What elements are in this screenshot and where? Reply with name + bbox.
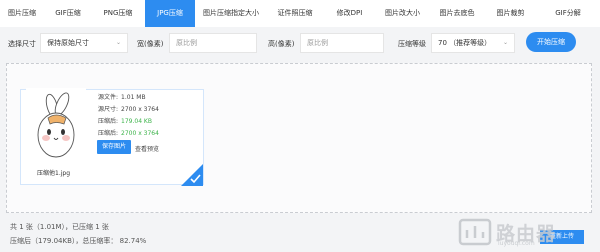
file-name: 压缩他1.jpg bbox=[37, 170, 71, 177]
chevron-down-icon: ⌄ bbox=[502, 39, 508, 46]
source-dims-label: 源尺寸: bbox=[98, 106, 119, 113]
source-size-label: 源文件: bbox=[98, 94, 119, 101]
tab-remove-background[interactable]: 图片去底色 bbox=[430, 0, 485, 27]
size-select-value: 保持原始尺寸 bbox=[47, 39, 89, 47]
level-select[interactable]: 70 （推荐等级） ⌄ bbox=[431, 33, 515, 53]
tab-png-compress[interactable]: PNG压缩 bbox=[92, 0, 145, 27]
compressed-size-value: 179.04 KB bbox=[121, 118, 152, 125]
source-size-row: 源文件: 1.01 MB bbox=[98, 92, 146, 101]
summary-count: 共 1 张（1.01M），已压缩 1 张 bbox=[10, 223, 109, 231]
tab-crop-image[interactable]: 图片裁剪 bbox=[485, 0, 537, 27]
compressed-size-label: 压缩后: bbox=[98, 118, 119, 125]
watermark-url: luyouqi.com bbox=[498, 240, 535, 247]
start-compress-button[interactable]: 开始压缩 bbox=[526, 32, 576, 52]
chevron-down-icon: ⌄ bbox=[115, 39, 121, 46]
size-select[interactable]: 保持原始尺寸 ⌄ bbox=[40, 33, 128, 53]
height-input[interactable]: 原比例 bbox=[300, 33, 384, 53]
settings-toolbar: 选择尺寸 保持原始尺寸 ⌄ 宽(像素) 原比例 高(像素) 原比例 压缩等级 7… bbox=[0, 27, 600, 61]
tab-image-compress[interactable]: 图片压缩 bbox=[0, 0, 45, 27]
tab-resize-image[interactable]: 图片改大小 bbox=[376, 0, 430, 27]
compressed-size-row: 压缩后: 179.04 KB bbox=[98, 116, 152, 125]
checkmark-icon bbox=[181, 164, 203, 186]
width-label: 宽(像素) bbox=[137, 40, 164, 48]
image-thumbnail bbox=[26, 88, 86, 163]
summary-ratio: 压缩后（179.04KB），总压缩率： 82.74% bbox=[10, 237, 147, 245]
source-dims-row: 源尺寸: 2700 x 3764 bbox=[98, 104, 159, 113]
compressed-dims-row: 压缩后: 2700 x 3764 bbox=[98, 128, 159, 137]
height-label: 高(像素) bbox=[268, 40, 295, 48]
tab-bar: 图片压缩 GIF压缩 PNG压缩 JPG压缩 图片压缩指定大小 证件照压缩 修改… bbox=[0, 0, 600, 27]
size-label: 选择尺寸 bbox=[8, 40, 36, 48]
tab-gif-split[interactable]: GIF分解 bbox=[537, 0, 600, 27]
router-logo-icon bbox=[458, 218, 492, 246]
level-select-value: 70 （推荐等级） bbox=[438, 39, 492, 47]
tab-modify-dpi[interactable]: 修改DPI bbox=[324, 0, 376, 27]
tab-compress-to-size[interactable]: 图片压缩指定大小 bbox=[196, 0, 267, 27]
level-label: 压缩等级 bbox=[398, 40, 426, 48]
source-dims-value: 2700 x 3764 bbox=[121, 106, 159, 113]
width-input[interactable]: 原比例 bbox=[169, 33, 257, 53]
view-preview-link[interactable]: 查看预览 bbox=[135, 144, 159, 153]
source-size-value: 1.01 MB bbox=[121, 94, 146, 101]
tab-gif-compress[interactable]: GIF压缩 bbox=[45, 0, 92, 27]
compressed-dims-label: 压缩后: bbox=[98, 130, 119, 137]
tab-jpg-compress[interactable]: JPG压缩 bbox=[145, 0, 196, 27]
save-image-button[interactable]: 保存图片 bbox=[97, 140, 131, 154]
tab-id-photo-compress[interactable]: 证件照压缩 bbox=[267, 0, 324, 27]
compressed-dims-value: 2700 x 3764 bbox=[121, 130, 159, 137]
